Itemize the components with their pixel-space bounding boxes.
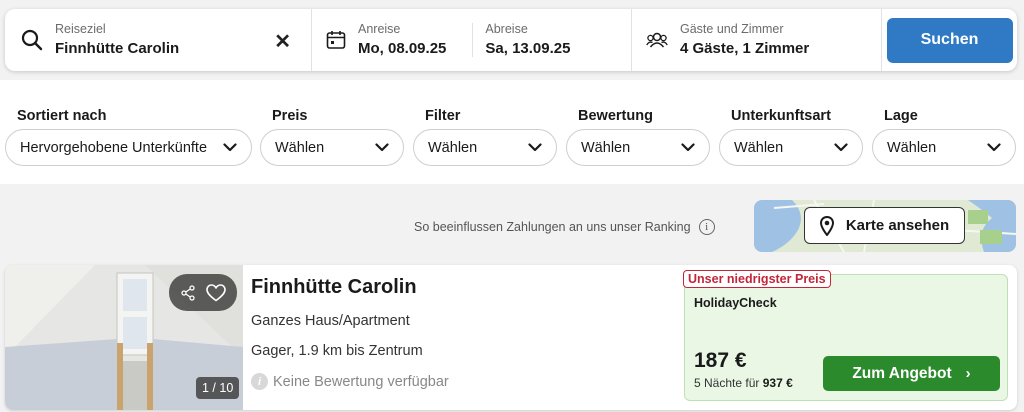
dropdown-value: Wählen (428, 139, 478, 156)
total-prefix: 5 Nächte für (694, 376, 760, 390)
filter-sort: Sortiert nach Hervorgehobene Unterkünfte (5, 108, 252, 166)
dropdown-value: Wählen (581, 139, 631, 156)
location-dropdown[interactable]: Wählen (872, 129, 1016, 166)
listing-title[interactable]: Finnhütte Carolin (251, 276, 417, 299)
dropdown-value: Hervorgehobene Unterkünfte (20, 139, 208, 156)
share-icon[interactable] (180, 284, 196, 301)
map-preview[interactable]: Karte ansehen (754, 200, 1016, 252)
ranking-notice: So beeinflussen Zahlungen an uns unser R… (414, 219, 715, 235)
listing-photo[interactable]: 1 / 10 (5, 265, 243, 410)
image-counter: 1 / 10 (196, 377, 240, 399)
total-price: 5 Nächte für 937 € (694, 376, 793, 390)
search-bar: Reiseziel Finnhütte Carolin ✕ Anreise Mo… (5, 9, 1017, 71)
dropdown-value: Wählen (734, 139, 784, 156)
listing-type: Ganzes Haus/Apartment (251, 313, 410, 329)
chevron-down-icon (987, 140, 1001, 156)
view-deal-label: Zum Angebot (852, 364, 952, 382)
filter-label: Preis (272, 108, 308, 124)
date-field[interactable]: Anreise Mo, 08.09.25 Abreise Sa, 13.09.2… (311, 9, 631, 71)
filter-rating: Bewertung Wählen (566, 108, 710, 166)
checkin-label: Anreise (358, 21, 401, 36)
view-map-label: Karte ansehen (845, 217, 950, 234)
photo-actions (169, 274, 237, 311)
guests-icon (646, 30, 668, 50)
filter-dropdown[interactable]: Wählen (413, 129, 557, 166)
chevron-down-icon (375, 140, 389, 156)
calendar-icon (326, 30, 346, 50)
filter-label: Sortiert nach (17, 108, 107, 124)
lowest-price-badge: Unser niedrigster Preis (683, 270, 831, 288)
guests-value: 4 Gäste, 1 Zimmer (680, 39, 810, 57)
provider-name: HolidayCheck (694, 296, 777, 310)
listing-card[interactable]: 1 / 10 Finnhütte Carolin Ganzes Haus/Apa… (5, 265, 1017, 410)
rating-info-icon: i (251, 373, 268, 390)
rating-status: i Keine Bewertung verfügbar (251, 373, 449, 390)
view-deal-button[interactable]: Zum Angebot › (823, 356, 1000, 391)
nightly-price: 187 € (694, 349, 747, 372)
listing-location: Gager, 1.9 km bis Zentrum (251, 343, 423, 359)
filter-location: Lage Wählen (872, 108, 1016, 166)
filter-bar: Sortiert nach Hervorgehobene Unterkünfte… (0, 80, 1024, 184)
ranking-text: So beeinflussen Zahlungen an uns unser R… (414, 220, 691, 234)
checkout-field[interactable]: Abreise Sa, 13.09.25 (485, 22, 570, 59)
rating-dropdown[interactable]: Wählen (566, 129, 710, 166)
checkin-value: Mo, 08.09.25 (358, 39, 447, 57)
filter-filter: Filter Wählen (413, 108, 557, 166)
sort-dropdown[interactable]: Hervorgehobene Unterkünfte (5, 129, 252, 166)
guests-label: Gäste und Zimmer (680, 21, 784, 36)
total-value: 937 € (762, 376, 793, 390)
deal-box: Unser niedrigster Preis HolidayCheck 187… (683, 270, 1008, 401)
guests-field[interactable]: Gäste und Zimmer 4 Gäste, 1 Zimmer (631, 9, 881, 71)
checkout-value: Sa, 13.09.25 (485, 39, 571, 57)
chevron-down-icon (834, 140, 848, 156)
map-pin-icon (819, 215, 834, 236)
info-icon[interactable]: i (698, 219, 715, 235)
search-button-wrap: Suchen (881, 9, 1017, 71)
chevron-down-icon (528, 140, 542, 156)
clear-icon[interactable]: ✕ (274, 29, 291, 54)
date-divider (472, 23, 474, 57)
filter-label: Unterkunftsart (731, 108, 831, 124)
destination-label: Reiseziel (55, 21, 106, 36)
filter-label: Lage (884, 108, 918, 124)
search-icon (21, 29, 43, 51)
checkout-label: Abreise (485, 21, 528, 36)
filter-label: Bewertung (578, 108, 653, 124)
rating-text: Keine Bewertung verfügbar (273, 373, 449, 390)
checkin-field[interactable]: Anreise Mo, 08.09.25 (358, 22, 446, 59)
chevron-down-icon (223, 140, 237, 156)
chevron-right-icon: › (965, 365, 971, 382)
dropdown-value: Wählen (887, 139, 937, 156)
price-dropdown[interactable]: Wählen (260, 129, 404, 166)
view-map-button[interactable]: Karte ansehen (804, 207, 965, 244)
heart-icon[interactable] (206, 283, 226, 302)
destination-field[interactable]: Reiseziel Finnhütte Carolin ✕ (5, 9, 311, 71)
search-button[interactable]: Suchen (886, 17, 1013, 63)
filter-property-type: Unterkunftsart Wählen (719, 108, 863, 166)
filter-price: Preis Wählen (260, 108, 404, 166)
chevron-down-icon (681, 140, 695, 156)
dropdown-value: Wählen (275, 139, 325, 156)
destination-value: Finnhütte Carolin (55, 39, 180, 57)
filter-label: Filter (425, 108, 461, 124)
property-type-dropdown[interactable]: Wählen (719, 129, 863, 166)
